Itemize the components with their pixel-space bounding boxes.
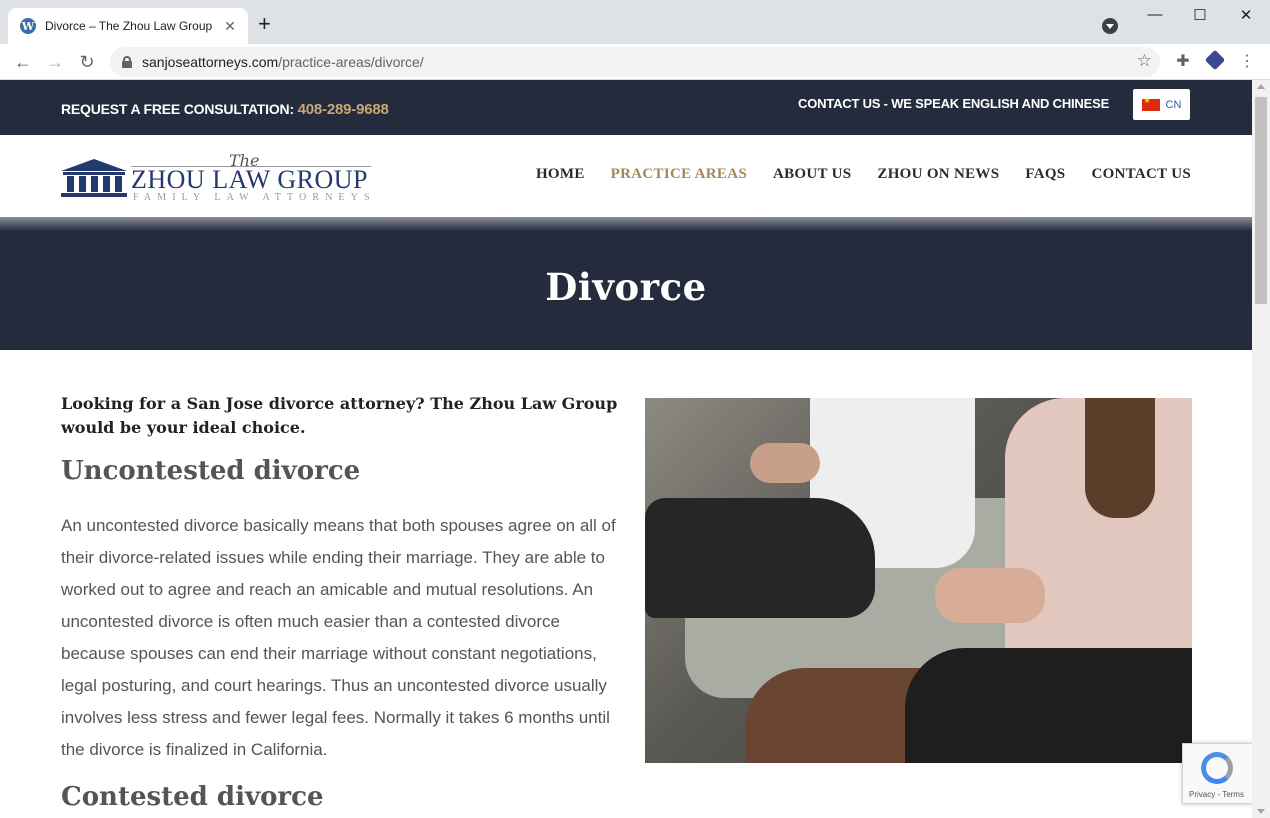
phone-link[interactable]: 408-289-9688: [298, 101, 389, 118]
logo-name: ZHOU LAW GROUP: [131, 165, 368, 194]
recaptcha-icon: [1201, 752, 1233, 784]
browser-tab[interactable]: W Divorce – The Zhou Law Group ✕: [8, 8, 248, 44]
browser-menu-icon[interactable]: ⋮: [1236, 51, 1258, 71]
web-page: REQUEST A FREE CONSULTATION: 408-289-968…: [0, 80, 1252, 818]
language-label: CN: [1165, 98, 1182, 111]
url-path: /practice-areas/divorce/: [278, 54, 424, 70]
uncontested-paragraph: An uncontested divorce basically means t…: [61, 516, 616, 759]
nav-home[interactable]: HOME: [536, 166, 585, 183]
lead-text: Looking for a San Jose divorce attorney?…: [61, 394, 618, 437]
page-scrollbar[interactable]: [1252, 80, 1270, 818]
extensions-puzzle-icon[interactable]: ✚: [1172, 51, 1194, 71]
tab-title: Divorce – The Zhou Law Group: [45, 19, 213, 33]
recaptcha-badge[interactable]: Privacy - Terms: [1182, 743, 1252, 804]
heading-contested-divorce: Contested divorce: [61, 782, 324, 812]
bookmark-star-icon[interactable]: ☆: [1137, 51, 1152, 71]
address-bar[interactable]: sanjoseattorneys.com/practice-areas/divo…: [110, 47, 1160, 77]
page-banner: Divorce: [0, 217, 1252, 350]
new-tab-button[interactable]: +: [258, 12, 271, 36]
scroll-up-arrow-icon[interactable]: [1257, 84, 1265, 89]
recaptcha-links[interactable]: Privacy - Terms: [1189, 790, 1244, 799]
reload-icon[interactable]: ↻: [75, 50, 99, 74]
language-switch-button[interactable]: CN: [1133, 89, 1190, 120]
courthouse-icon: [61, 159, 127, 197]
browser-toolbar: ← → ↻ sanjoseattorneys.com/practice-area…: [0, 44, 1270, 80]
consultation-text: REQUEST A FREE CONSULTATION: 408-289-968…: [61, 101, 389, 118]
maximize-button[interactable]: ☐: [1190, 6, 1210, 24]
main-navigation: HOME PRACTICE AREAS ABOUT US ZHOU ON NEW…: [536, 166, 1191, 183]
lock-icon[interactable]: [122, 56, 132, 68]
scroll-thumb[interactable]: [1255, 97, 1267, 304]
site-logo[interactable]: The ZHOU LAW GROUP FAMILY LAW ATTORNEYS: [61, 151, 373, 205]
contact-languages-link[interactable]: CONTACT US - WE SPEAK ENGLISH AND CHINES…: [798, 96, 1109, 111]
site-header: The ZHOU LAW GROUP FAMILY LAW ATTORNEYS …: [0, 135, 1252, 217]
logo-tagline: FAMILY LAW ATTORNEYS: [133, 192, 376, 203]
china-flag-icon: [1141, 96, 1160, 111]
url-host: sanjoseattorneys.com: [142, 54, 279, 70]
couple-photo: [645, 398, 1192, 763]
minimize-button[interactable]: —: [1145, 6, 1165, 23]
consultation-label: REQUEST A FREE CONSULTATION:: [61, 101, 294, 117]
back-icon[interactable]: ←: [11, 50, 35, 74]
nav-contact-us[interactable]: CONTACT US: [1091, 166, 1191, 183]
scroll-down-arrow-icon[interactable]: [1257, 809, 1265, 814]
forward-icon[interactable]: →: [43, 50, 67, 74]
nav-about-us[interactable]: ABOUT US: [773, 166, 851, 183]
wordpress-icon: W: [20, 18, 36, 34]
heading-uncontested-divorce: Uncontested divorce: [61, 456, 361, 486]
nav-zhou-on-news[interactable]: ZHOU ON NEWS: [877, 166, 999, 183]
page-title: Divorce: [545, 265, 707, 309]
browser-tab-bar: W Divorce – The Zhou Law Group ✕ + — ☐ ✕: [0, 0, 1270, 44]
nav-faqs[interactable]: FAQS: [1025, 166, 1065, 183]
tab-search-icon[interactable]: [1102, 18, 1118, 34]
nav-practice-areas[interactable]: PRACTICE AREAS: [611, 166, 747, 183]
main-content: Looking for a San Jose divorce attorney?…: [0, 350, 1252, 818]
top-info-bar: REQUEST A FREE CONSULTATION: 408-289-968…: [0, 80, 1252, 135]
tab-close-icon[interactable]: ✕: [222, 18, 238, 35]
window-close-button[interactable]: ✕: [1236, 6, 1256, 24]
